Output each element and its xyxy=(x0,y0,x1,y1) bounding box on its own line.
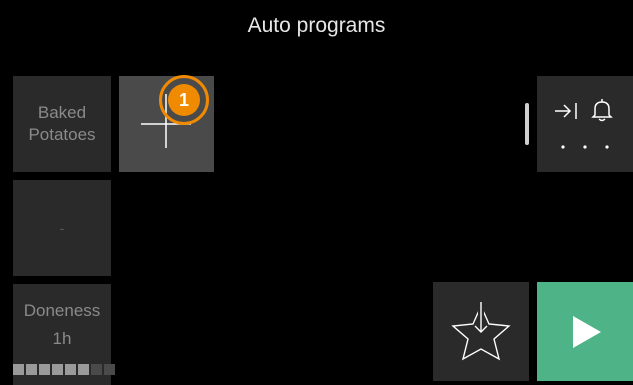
save-favorite-button[interactable] xyxy=(433,282,529,381)
empty-tile-label: - xyxy=(59,220,65,236)
step-badge: 1 xyxy=(159,75,209,125)
step-badge-number: 1 xyxy=(168,84,200,116)
doneness-segment xyxy=(78,364,89,375)
empty-tile[interactable]: - xyxy=(13,180,111,276)
star-download-icon xyxy=(451,302,511,361)
start-button[interactable] xyxy=(537,282,633,381)
doneness-segment xyxy=(91,364,102,375)
doneness-time: 1h xyxy=(52,329,72,348)
bell-icon xyxy=(591,99,613,122)
doneness-segment xyxy=(26,364,37,375)
doneness-segment xyxy=(13,364,24,375)
program-label-line1: Baked xyxy=(37,103,87,122)
doneness-segment xyxy=(52,364,63,375)
doneness-label: Doneness xyxy=(23,301,101,320)
doneness-segment xyxy=(65,364,76,375)
doneness-level-bar xyxy=(13,364,115,375)
timer-end-icon xyxy=(555,103,577,119)
program-tile-baked-potatoes[interactable]: Baked Potatoes xyxy=(13,76,111,172)
doneness-segment xyxy=(104,364,115,375)
doneness-segment xyxy=(39,364,50,375)
program-label-line2: Potatoes xyxy=(28,125,96,144)
play-icon xyxy=(573,315,601,348)
more-dots-icon xyxy=(561,145,609,149)
tools-tile[interactable] xyxy=(537,76,633,172)
page-title: Auto programs xyxy=(247,14,386,37)
scrollbar[interactable] xyxy=(525,103,529,145)
